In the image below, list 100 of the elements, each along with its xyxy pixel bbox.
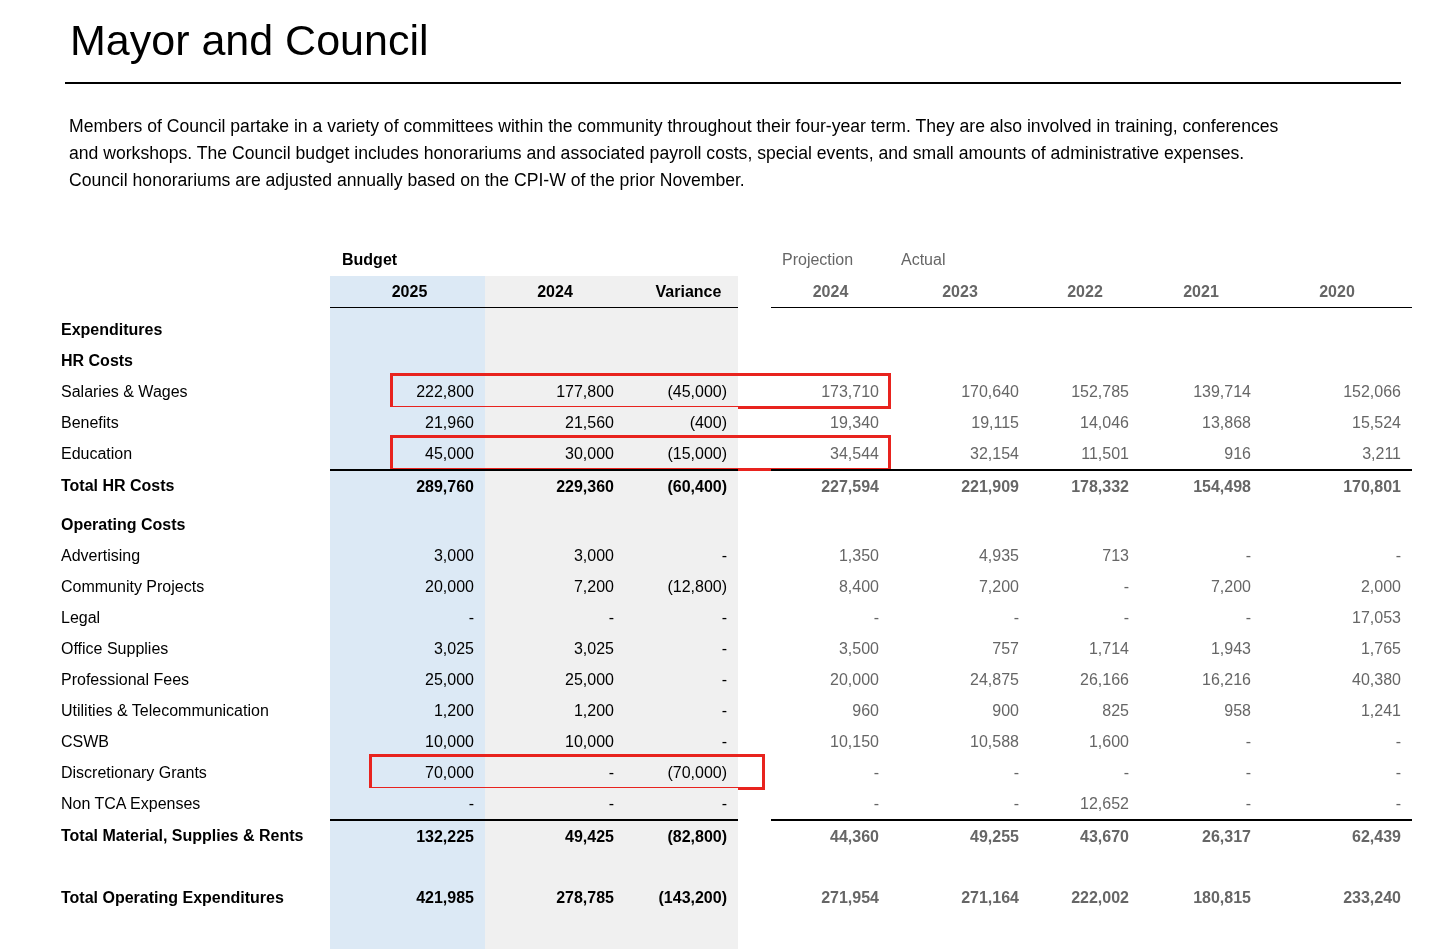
table-cell-text: 421,985 <box>416 887 474 908</box>
row-label: Education <box>61 443 133 464</box>
table-cell-text: (45,000) <box>667 381 727 402</box>
column-header: Variance <box>654 281 722 302</box>
table-cell-text: 26,166 <box>1080 669 1129 690</box>
table-cell-text: 154,498 <box>1193 476 1251 497</box>
table-cell-text: 900 <box>992 700 1019 721</box>
table-cell-text: 2,000 <box>1360 576 1401 597</box>
table-cell-text: 24,875 <box>970 669 1019 690</box>
table-cell-text: - <box>721 545 727 566</box>
table-cell-text: 14,046 <box>1080 412 1129 433</box>
row-label: Legal <box>61 607 101 628</box>
table-cell-text: 10,000 <box>425 731 474 752</box>
table-cell-text: 7,200 <box>1210 576 1251 597</box>
table-cell-text: 1,600 <box>1088 731 1129 752</box>
table-cell-text: - <box>721 607 727 628</box>
table-cell-text: (70,000) <box>667 762 727 783</box>
column-header: 2024 <box>812 281 849 302</box>
table-cell-text: 229,360 <box>556 476 614 497</box>
table-cell-text: 30,000 <box>565 443 614 464</box>
table-cell-text: - <box>1395 545 1401 566</box>
table-cell-text: 25,000 <box>425 669 474 690</box>
table-cell-text: - <box>1395 793 1401 814</box>
table-cell-text: 8,400 <box>838 576 879 597</box>
table-cell-text: 222,002 <box>1071 887 1129 908</box>
table-cell-text: (143,200) <box>658 887 727 908</box>
table-cell-text: 271,164 <box>961 887 1019 908</box>
table-cell-text: 21,560 <box>565 412 614 433</box>
table-cell-text: 7,200 <box>573 576 614 597</box>
table-cell-text: - <box>721 700 727 721</box>
table-cell-text: 1,241 <box>1360 700 1401 721</box>
table-cell-text: 152,066 <box>1343 381 1401 402</box>
table-cell-text: 7,200 <box>978 576 1019 597</box>
row-label: Expenditures <box>61 319 163 340</box>
table-cell-text: 221,909 <box>961 476 1019 497</box>
table-cell-text: 3,000 <box>573 545 614 566</box>
table-cell-text: 12,652 <box>1080 793 1129 814</box>
table-cell-text: - <box>1245 793 1251 814</box>
column-header: 2020 <box>1319 281 1355 302</box>
table-cell-text: 132,225 <box>416 826 474 847</box>
table-cell-text: 17,053 <box>1352 607 1401 628</box>
table-cell-text: 222,800 <box>416 381 474 402</box>
table-cell-text: 289,760 <box>416 476 474 497</box>
table-cell-text: 139,714 <box>1193 381 1251 402</box>
table-cell-text: 173,710 <box>821 381 879 402</box>
table-cell-text: - <box>468 607 474 628</box>
row-label: Benefits <box>61 412 119 433</box>
table-cell-text: 26,317 <box>1202 826 1251 847</box>
table-cell-text: 10,588 <box>970 731 1019 752</box>
column-header: 2023 <box>942 281 978 302</box>
table-cell-text: 43,670 <box>1080 826 1129 847</box>
table-cell-text: 4,935 <box>978 545 1019 566</box>
table-cell-text: 1,200 <box>433 700 474 721</box>
table-cell-text: - <box>873 762 879 783</box>
table-cell-text: 19,115 <box>971 412 1019 433</box>
table-cell-text: 21,960 <box>425 412 474 433</box>
table-cell-text: - <box>468 793 474 814</box>
table-cell-text: - <box>1013 793 1019 814</box>
table-cell-text: 1,943 <box>1210 638 1251 659</box>
table-cell-text: 25,000 <box>565 669 614 690</box>
table-cell-text: 180,815 <box>1193 887 1251 908</box>
table-cell-text: 1,765 <box>1360 638 1401 659</box>
table-cell-text: 19,340 <box>830 412 879 433</box>
row-label: Total Operating Expenditures <box>61 887 284 908</box>
table-cell-text: (15,000) <box>667 443 727 464</box>
table-cell-text: (400) <box>689 412 727 433</box>
table-cell-text: - <box>1245 545 1251 566</box>
table-cell-text: - <box>608 762 614 783</box>
table-cell-text: 16,216 <box>1202 669 1251 690</box>
table-cell-text: - <box>1013 762 1019 783</box>
page-title: Mayor and Council <box>70 15 429 66</box>
column-header: 2022 <box>1067 281 1103 302</box>
table-cell-text: 960 <box>852 700 879 721</box>
table-cell-text: 15,524 <box>1352 412 1401 433</box>
table-cell-text: 178,332 <box>1071 476 1129 497</box>
table-cell-text: 10,150 <box>830 731 879 752</box>
row-label: Total HR Costs <box>61 475 175 496</box>
row-label: Professional Fees <box>61 669 190 690</box>
row-label: Non TCA Expenses <box>61 793 201 814</box>
table-cell-text: 152,785 <box>1071 381 1129 402</box>
row-label: Operating Costs <box>61 514 186 535</box>
table-cell-text: 1,714 <box>1088 638 1129 659</box>
table-cell-text: - <box>1123 762 1129 783</box>
table-cell-text: 1,200 <box>573 700 614 721</box>
table-cell-text: 44,360 <box>830 826 879 847</box>
table-cell-text: 227,594 <box>821 476 879 497</box>
column-group-header: Budget <box>341 250 398 270</box>
row-label: Utilities & Telecommunication <box>61 700 269 721</box>
table-cell-text: 49,255 <box>970 826 1019 847</box>
table-cell-text: (12,800) <box>667 576 727 597</box>
table-cell-text: 62,439 <box>1352 826 1401 847</box>
table-cell-text: 713 <box>1102 545 1129 566</box>
table-cell-text: - <box>1245 731 1251 752</box>
table-cell-text: 70,000 <box>425 762 474 783</box>
column-header: 2021 <box>1183 281 1219 302</box>
table-cell-text: - <box>1395 762 1401 783</box>
row-label: CSWB <box>61 731 109 752</box>
table-cell-text: 13,868 <box>1202 412 1251 433</box>
table-cell-text: - <box>721 669 727 690</box>
table-cell-text: (60,400) <box>667 476 727 497</box>
